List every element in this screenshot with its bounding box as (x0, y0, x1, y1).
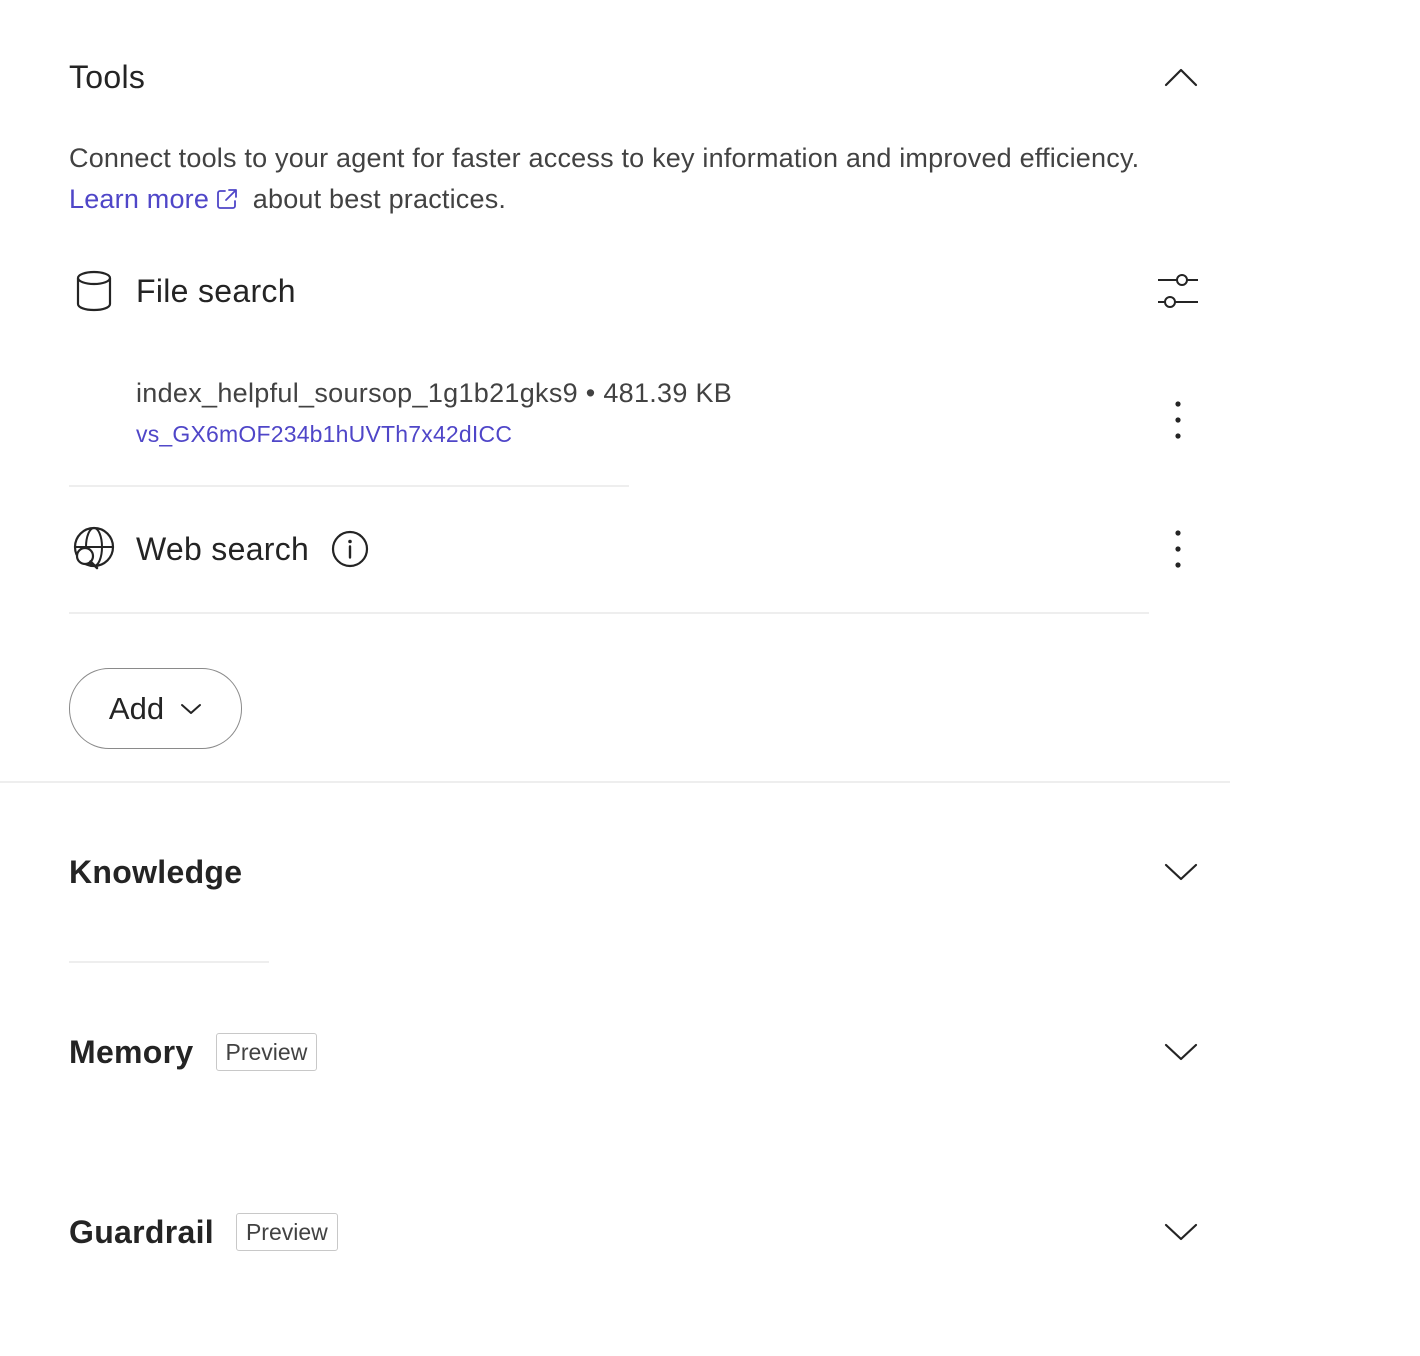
chevron-down-icon[interactable] (1161, 1212, 1201, 1252)
file-name-line: index_helpful_soursop_1g1b21gks9 • 481.3… (136, 378, 732, 409)
memory-title: Memory (69, 1033, 194, 1070)
learn-more-link-label: Learn more (69, 184, 210, 214)
file-more-icon[interactable] (1164, 398, 1192, 442)
knowledge-section-header[interactable]: Knowledge (69, 852, 1201, 892)
file-size: 481.39 KB (603, 378, 733, 408)
file-entry: index_helpful_soursop_1g1b21gks9 • 481.3… (136, 378, 732, 448)
database-icon (69, 266, 119, 316)
chevron-up-icon[interactable] (1161, 57, 1201, 97)
description-text: Connect tools to your agent for faster a… (69, 143, 1140, 173)
agent-config-panel: Tools Connect tools to your agent for fa… (0, 0, 1420, 1356)
description-text-end: about best practices. (245, 184, 507, 214)
guardrail-title-wrap: Guardrail Preview (69, 1213, 338, 1251)
tool-row-web-search: Web search (69, 524, 1201, 574)
preview-badge: Preview (235, 1213, 338, 1251)
guardrail-title: Guardrail (69, 1213, 214, 1250)
divider (69, 612, 1149, 614)
chevron-down-icon (180, 702, 202, 716)
divider (69, 485, 629, 487)
file-separator: • (585, 378, 604, 408)
file-search-label: File search (136, 272, 296, 309)
divider (69, 961, 269, 963)
info-icon[interactable] (331, 530, 369, 568)
add-tool-button[interactable]: Add (69, 668, 242, 749)
web-search-label: Web search (136, 530, 310, 567)
tool-row-file-search: File search (69, 266, 1201, 316)
settings-sliders-icon[interactable] (1155, 271, 1201, 311)
tools-title-wrap: Tools (69, 59, 145, 96)
chevron-down-icon[interactable] (1161, 1032, 1201, 1072)
section-divider (0, 781, 1230, 783)
globe-search-icon (69, 524, 119, 574)
guardrail-section-header[interactable]: Guardrail Preview (69, 1212, 1201, 1252)
memory-section-header[interactable]: Memory Preview (69, 1032, 1201, 1072)
knowledge-title-wrap: Knowledge (69, 854, 242, 891)
knowledge-title: Knowledge (69, 853, 243, 890)
file-name: index_helpful_soursop_1g1b21gks9 (136, 378, 586, 408)
preview-badge: Preview (215, 1033, 318, 1071)
add-button-label: Add (108, 690, 165, 726)
vector-store-id-link[interactable]: vs_GX6mOF234b1hUVTh7x42dICC (136, 421, 732, 448)
learn-more-link[interactable]: Learn more (69, 184, 245, 214)
tools-section-header[interactable]: Tools (69, 57, 1201, 97)
tools-title: Tools (69, 58, 146, 95)
chevron-down-icon[interactable] (1161, 852, 1201, 892)
more-vertical-icon[interactable] (1164, 527, 1192, 571)
external-link-icon (217, 189, 237, 209)
memory-title-wrap: Memory Preview (69, 1033, 318, 1071)
tools-description: Connect tools to your agent for faster a… (69, 138, 1149, 220)
